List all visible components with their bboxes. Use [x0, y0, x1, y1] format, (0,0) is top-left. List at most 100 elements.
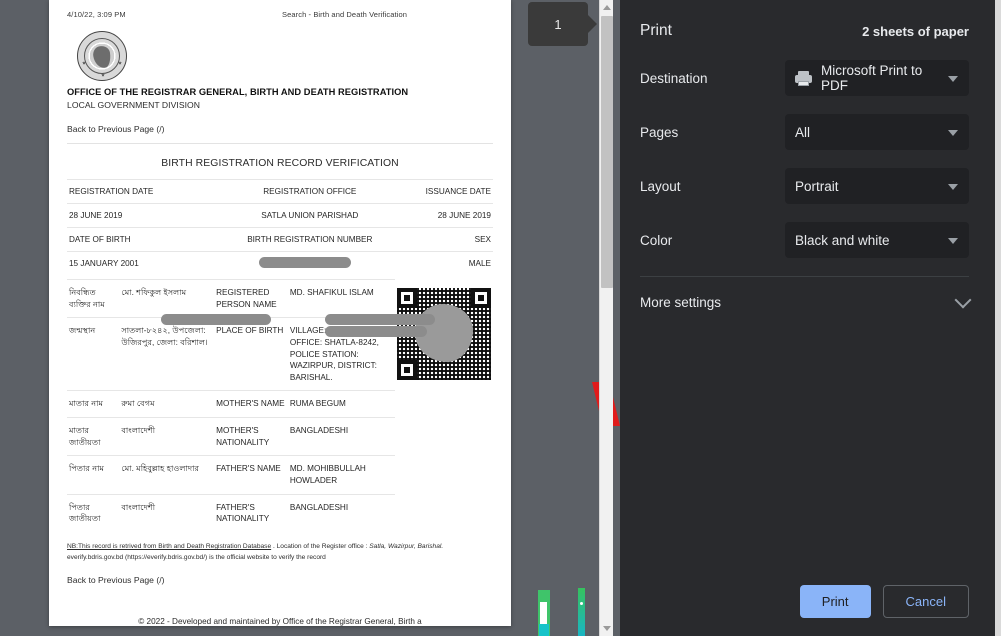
registration-office-header: REGISTRATION OFFICE	[228, 179, 391, 204]
setting-row-layout: Layout Portrait	[640, 168, 969, 204]
back-to-previous-page-link-top[interactable]: Back to Previous Page (/)	[67, 124, 493, 134]
place-of-birth-label-bn: জন্মস্থান	[67, 317, 120, 391]
page-number-badge: 1	[528, 2, 597, 46]
scrollbar-thumb[interactable]	[601, 16, 613, 288]
registered-person-name-label-en: REGISTERED PERSON NAME	[214, 278, 288, 318]
fathers-nationality-label-en: FATHER'S NATIONALITY	[214, 493, 288, 532]
redaction-mark-brn	[258, 257, 351, 268]
chevron-down-icon	[948, 184, 958, 190]
sex-header: SEX	[390, 227, 493, 252]
destination-value: Microsoft Print to PDF	[821, 63, 923, 93]
note-location: Satla, Wazirpur, Barishal.	[369, 542, 444, 550]
place-of-birth-value-bn: সাতলা-৮২৪২, উপজেলা: উজিরপুর, জেলা: বরিশা…	[119, 317, 215, 391]
print-timestamp: 4/10/22, 3:09 PM	[67, 10, 126, 19]
table-row: মাতার জাতীয়তা বাংলাদেশী MOTHER'S NATION…	[67, 417, 493, 456]
table-row: DATE OF BIRTH BIRTH REGISTRATION NUMBER …	[67, 227, 493, 252]
registered-person-name-value-en: MD. SHAFIKUL ISLAM	[287, 278, 395, 318]
note-location-prefix: . Location of the Register office :	[271, 542, 370, 550]
mothers-nationality-label-bn: মাতার জাতীয়তা	[67, 417, 120, 456]
redaction-mark-place-en-2	[325, 326, 427, 337]
registration-date-value: 28 JUNE 2019	[67, 203, 229, 228]
birth-registration-number-header: BIRTH REGISTRATION NUMBER	[228, 227, 391, 252]
registration-date-header: REGISTRATION DATE	[67, 179, 229, 204]
organization-subtitle: LOCAL GOVERNMENT DIVISION	[67, 100, 201, 110]
chevron-down-icon	[948, 76, 958, 82]
pages-value: All	[795, 124, 811, 140]
verification-note: NB:This record is retrived from Birth an…	[67, 542, 493, 563]
fathers-name-value-en: MD. MOHIBBULLAH HOWLADER	[287, 455, 395, 495]
table-row: REGISTRATION DATE REGISTRATION OFFICE IS…	[67, 179, 493, 204]
chevron-down-icon	[948, 238, 958, 244]
print-button[interactable]: Print	[799, 585, 871, 618]
printer-icon	[795, 70, 812, 86]
destination-label: Destination	[640, 70, 708, 86]
print-dialog-footer: Print Cancel	[620, 585, 995, 636]
mothers-name-value-en: RUMA BEGUM	[287, 390, 395, 418]
setting-row-destination: Destination Microsoft Print to PDF	[640, 60, 969, 96]
back-to-previous-page-link-bottom[interactable]: Back to Previous Page (/)	[67, 575, 493, 585]
chevron-down-icon	[954, 291, 972, 309]
mothers-name-value-bn: রুমা বেগম	[119, 390, 215, 418]
registration-office-value: SATLA UNION PARISHAD	[228, 203, 391, 228]
birth-registration-number-value-cell: 2001……5	[228, 251, 391, 275]
organization-title: OFFICE OF THE REGISTRAR GENERAL, BIRTH A…	[67, 87, 409, 97]
setting-row-pages: Pages All	[640, 114, 969, 150]
issuance-date-value: 28 JUNE 2019	[390, 203, 493, 228]
print-dialog: Print 2 sheets of paper Destination Micr…	[620, 0, 995, 636]
cancel-button[interactable]: Cancel	[882, 585, 969, 618]
print-dialog-title: Print	[640, 22, 672, 39]
more-settings-toggle[interactable]: More settings	[620, 277, 995, 310]
fathers-nationality-value-bn: বাংলাদেশী	[119, 493, 215, 532]
scroll-down-arrow-icon[interactable]	[600, 621, 614, 636]
color-value: Black and white	[795, 232, 890, 248]
green-marker-shape-2	[578, 588, 585, 636]
print-preview-area: 4/10/22, 3:09 PM Search - Birth and Deat…	[0, 0, 620, 636]
mothers-nationality-value-en: BANGLADESHI	[287, 417, 395, 456]
mothers-name-label-bn: মাতার নাম	[67, 390, 120, 418]
fathers-nationality-value-en: BANGLADESHI	[287, 493, 395, 532]
more-settings-label: More settings	[640, 295, 722, 310]
destination-select[interactable]: Microsoft Print to PDF	[785, 60, 969, 96]
mothers-nationality-value-bn: বাংলাদেশী	[119, 417, 215, 456]
document-browser-header: 4/10/22, 3:09 PM Search - Birth and Deat…	[67, 10, 493, 19]
mothers-nationality-label-en: MOTHER'S NATIONALITY	[214, 417, 288, 456]
sheets-of-paper-count: 2 sheets of paper	[862, 23, 969, 39]
pages-label: Pages	[640, 124, 679, 140]
redaction-mark-place-en-1	[325, 314, 435, 325]
scroll-up-arrow-icon[interactable]	[600, 0, 614, 15]
sex-value: MALE	[390, 251, 493, 275]
document-title: BIRTH REGISTRATION RECORD VERIFICATION	[161, 158, 399, 169]
print-preview-screen: 4/10/22, 3:09 PM Search - Birth and Deat…	[0, 0, 1001, 636]
table-row: মাতার নাম রুমা বেগম MOTHER'S NAME RUMA B…	[67, 390, 493, 418]
fathers-name-label-en: FATHER'S NAME	[214, 455, 288, 495]
preview-vertical-scrollbar[interactable]	[599, 0, 613, 636]
divider-top	[67, 143, 493, 144]
place-of-birth-label-en: PLACE OF BIRTH	[214, 317, 288, 391]
pages-select[interactable]: All	[785, 114, 969, 150]
fathers-name-label-bn: পিতার নাম	[67, 455, 120, 495]
color-label: Color	[640, 232, 673, 248]
date-of-birth-value: 15 JANUARY 2001	[67, 251, 229, 275]
table-row: নিবন্ধিত ব্যক্তির নাম মো. শফিকুল ইসলাম R…	[67, 278, 493, 380]
table-row: 28 JUNE 2019 SATLA UNION PARISHAD 28 JUN…	[67, 203, 493, 228]
color-select[interactable]: Black and white	[785, 222, 969, 258]
layout-select[interactable]: Portrait	[785, 168, 969, 204]
document-page-1: 4/10/22, 3:09 PM Search - Birth and Deat…	[49, 0, 511, 626]
issuance-date-header: ISSUANCE DATE	[390, 179, 493, 204]
table-row: পিতার জাতীয়তা বাংলাদেশী FATHER'S NATION…	[67, 493, 493, 532]
mothers-name-label-en: MOTHER'S NAME	[214, 390, 288, 418]
browser-page-scrollbar[interactable]	[995, 0, 1001, 636]
note-website-line: everify.bdris.gov.bd (https://everify.bd…	[67, 553, 326, 561]
chevron-down-icon	[948, 130, 958, 136]
print-settings-list: Destination Microsoft Print to PDF Pages…	[620, 40, 995, 277]
bangladesh-government-seal-icon	[77, 31, 127, 81]
date-of-birth-header: DATE OF BIRTH	[67, 227, 229, 252]
redaction-mark-place-bn	[161, 314, 271, 325]
note-nb-text: NB:This record is retrived from Birth an…	[67, 542, 272, 550]
green-marker-shape-1	[538, 590, 550, 636]
layout-label: Layout	[640, 178, 681, 194]
registered-person-name-value-bn: মো. শফিকুল ইসলাম	[119, 278, 215, 318]
copyright-text: © 2022 - Developed and maintained by Off…	[138, 617, 422, 626]
layout-value: Portrait	[795, 178, 839, 194]
print-dialog-header: Print 2 sheets of paper	[620, 0, 995, 40]
